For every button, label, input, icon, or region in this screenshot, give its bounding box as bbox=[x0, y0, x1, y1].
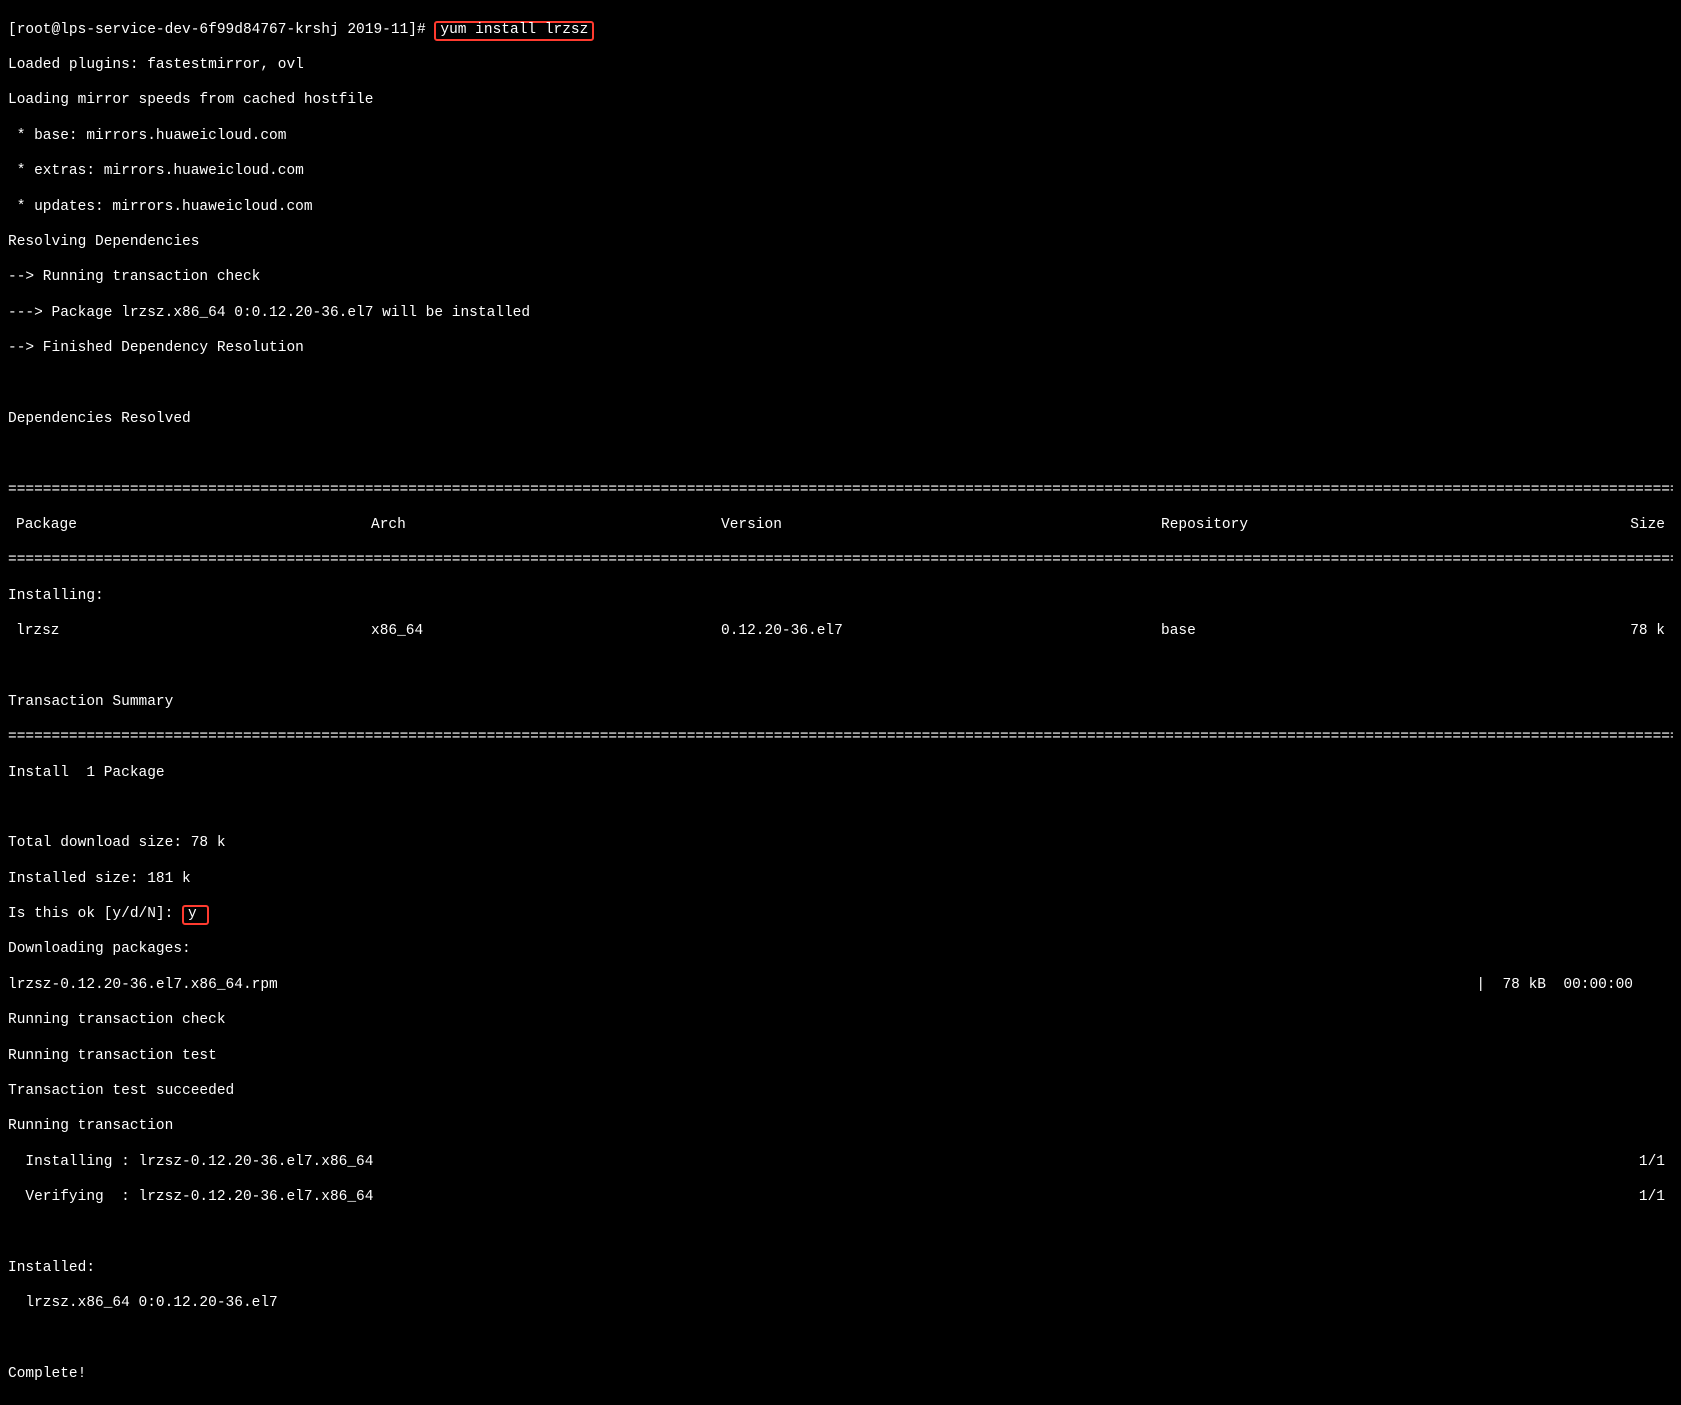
cell-size: 78 k bbox=[1501, 623, 1673, 641]
rpm-filename: lrzsz-0.12.20-36.el7.x86_64.rpm bbox=[8, 977, 1476, 995]
complete-line: Complete! bbox=[8, 1366, 1673, 1384]
output-line: * extras: mirrors.huaweicloud.com bbox=[8, 163, 1673, 181]
installed-size: Installed size: 181 k bbox=[8, 871, 1673, 889]
col-header-package: Package bbox=[8, 517, 371, 535]
transaction-summary-title: Transaction Summary bbox=[8, 694, 1673, 712]
progress-count: 1/1 bbox=[1639, 1189, 1673, 1207]
confirm-answer-highlight: y bbox=[182, 905, 209, 925]
divider: ========================================… bbox=[8, 482, 1673, 500]
col-header-repository: Repository bbox=[1161, 517, 1501, 535]
output-line: Transaction test succeeded bbox=[8, 1083, 1673, 1101]
verify-progress-row: Verifying : lrzsz-0.12.20-36.el7.x86_64 … bbox=[8, 1189, 1673, 1207]
cell-arch: x86_64 bbox=[371, 623, 721, 641]
cell-repository: base bbox=[1161, 623, 1501, 641]
progress-count: 1/1 bbox=[1639, 1154, 1673, 1172]
col-header-size: Size bbox=[1501, 517, 1673, 535]
divider: ========================================… bbox=[8, 552, 1673, 570]
output-line: * updates: mirrors.huaweicloud.com bbox=[8, 199, 1673, 217]
table-header-row: Package Arch Version Repository Size bbox=[8, 517, 1673, 535]
output-line: * base: mirrors.huaweicloud.com bbox=[8, 128, 1673, 146]
output-line: Loading mirror speeds from cached hostfi… bbox=[8, 92, 1673, 110]
installing-line: Installing : lrzsz-0.12.20-36.el7.x86_64 bbox=[8, 1154, 1639, 1172]
terminal-output[interactable]: [root@lps-service-dev-6f99d84767-krshj 2… bbox=[0, 0, 1681, 1405]
download-row: lrzsz-0.12.20-36.el7.x86_64.rpm | 78 kB … bbox=[8, 977, 1673, 995]
shell-prompt: [root@lps-service-dev-6f99d84767-krshj 2… bbox=[8, 22, 434, 38]
downloading-header: Downloading packages: bbox=[8, 941, 1673, 959]
output-line: ---> Package lrzsz.x86_64 0:0.12.20-36.e… bbox=[8, 305, 1673, 323]
output-line: Running transaction bbox=[8, 1118, 1673, 1136]
output-line: Running transaction check bbox=[8, 1012, 1673, 1030]
output-line: Running transaction test bbox=[8, 1048, 1673, 1066]
download-size: Total download size: 78 k bbox=[8, 835, 1673, 853]
install-count: Install 1 Package bbox=[8, 765, 1673, 783]
output-line: --> Running transaction check bbox=[8, 269, 1673, 287]
table-row: lrzsz x86_64 0.12.20-36.el7 base 78 k bbox=[8, 623, 1673, 641]
col-header-version: Version bbox=[721, 517, 1161, 535]
divider: ========================================… bbox=[8, 729, 1673, 747]
command-highlight: yum install lrzsz bbox=[434, 21, 594, 41]
col-header-arch: Arch bbox=[371, 517, 721, 535]
verifying-line: Verifying : lrzsz-0.12.20-36.el7.x86_64 bbox=[8, 1189, 1639, 1207]
installing-header: Installing: bbox=[8, 588, 1673, 606]
install-progress-row: Installing : lrzsz-0.12.20-36.el7.x86_64… bbox=[8, 1154, 1673, 1172]
output-line: Resolving Dependencies bbox=[8, 234, 1673, 252]
output-line: Loaded plugins: fastestmirror, ovl bbox=[8, 57, 1673, 75]
cell-package: lrzsz bbox=[8, 623, 371, 641]
output-line: Dependencies Resolved bbox=[8, 411, 1673, 429]
cell-version: 0.12.20-36.el7 bbox=[721, 623, 1161, 641]
output-line: --> Finished Dependency Resolution bbox=[8, 340, 1673, 358]
confirm-prompt: Is this ok [y/d/N]: bbox=[8, 906, 182, 922]
rpm-status: | 78 kB 00:00:00 bbox=[1476, 977, 1673, 995]
installed-package: lrzsz.x86_64 0:0.12.20-36.el7 bbox=[8, 1295, 1673, 1313]
installed-header: Installed: bbox=[8, 1260, 1673, 1278]
